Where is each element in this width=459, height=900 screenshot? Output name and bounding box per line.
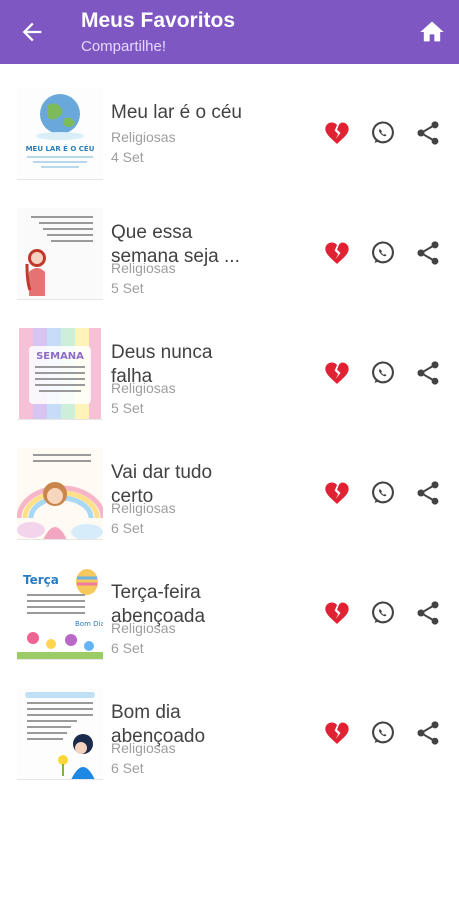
broken-heart-icon[interactable]	[323, 479, 351, 507]
item-count: 6 Set	[111, 640, 144, 656]
item-category: Religiosas	[111, 500, 176, 516]
broken-heart-icon[interactable]	[323, 239, 351, 267]
list-item[interactable]: Vai dar tudo certo Religiosas 6 Set	[0, 432, 459, 552]
arrow-left-icon[interactable]	[18, 18, 46, 46]
share-icon[interactable]	[414, 719, 442, 747]
broken-heart-icon[interactable]	[323, 719, 351, 747]
share-icon[interactable]	[414, 599, 442, 627]
item-count: 5 Set	[111, 400, 144, 416]
thumbnail-text: MEU LAR É O CÉU	[26, 144, 95, 153]
share-icon[interactable]	[414, 359, 442, 387]
list-item[interactable]: Que essa semana seja ... Religiosas 5 Se…	[0, 192, 459, 312]
whatsapp-icon[interactable]	[369, 119, 397, 147]
share-icon[interactable]	[414, 119, 442, 147]
page-subtitle: Compartilhe!	[81, 38, 167, 55]
thumbnail-image: SEMANA	[17, 328, 103, 420]
whatsapp-icon[interactable]	[369, 599, 397, 627]
broken-heart-icon[interactable]	[323, 119, 351, 147]
thumbnail-image: MEU LAR É O CÉU	[17, 88, 103, 180]
item-category: Religiosas	[111, 129, 176, 145]
share-icon[interactable]	[414, 239, 442, 267]
home-icon[interactable]	[418, 18, 446, 46]
item-title: Meu lar é o céu	[111, 102, 242, 123]
share-icon[interactable]	[414, 479, 442, 507]
broken-heart-icon[interactable]	[323, 359, 351, 387]
whatsapp-icon[interactable]	[369, 239, 397, 267]
thumbnail-image	[17, 448, 103, 540]
thumbnail-image	[17, 688, 103, 780]
item-category: Religiosas	[111, 620, 176, 636]
whatsapp-icon[interactable]	[369, 719, 397, 747]
thumbnail-image	[17, 208, 103, 300]
broken-heart-icon[interactable]	[323, 599, 351, 627]
whatsapp-icon[interactable]	[369, 359, 397, 387]
list-item[interactable]: MEU LAR É O CÉU Meu lar é o céu Religios…	[0, 72, 459, 192]
item-count: 6 Set	[111, 760, 144, 776]
thumbnail-text: Bom Dia	[75, 620, 103, 628]
item-count: 6 Set	[111, 520, 144, 536]
item-category: Religiosas	[111, 380, 176, 396]
item-category: Religiosas	[111, 260, 176, 276]
list-item[interactable]: Terça Bom Dia Terça-feira abençoada Reli…	[0, 552, 459, 672]
item-count: 5 Set	[111, 280, 144, 296]
whatsapp-icon[interactable]	[369, 479, 397, 507]
list-item[interactable]: Bom dia abençoado Religiosas 6 Set	[0, 672, 459, 792]
thumbnail-text: Terça	[23, 573, 59, 587]
favorites-list: MEU LAR É O CÉU Meu lar é o céu Religios…	[0, 72, 459, 792]
item-count: 4 Set	[111, 149, 144, 165]
thumbnail-image: Terça Bom Dia	[17, 568, 103, 660]
list-item[interactable]: SEMANA Deus nunca falha Religiosas 5 Set	[0, 312, 459, 432]
thumbnail-text: SEMANA	[36, 351, 84, 362]
app-bar: Meus Favoritos Compartilhe!	[0, 0, 459, 64]
page-title: Meus Favoritos	[81, 9, 236, 32]
item-category: Religiosas	[111, 740, 176, 756]
